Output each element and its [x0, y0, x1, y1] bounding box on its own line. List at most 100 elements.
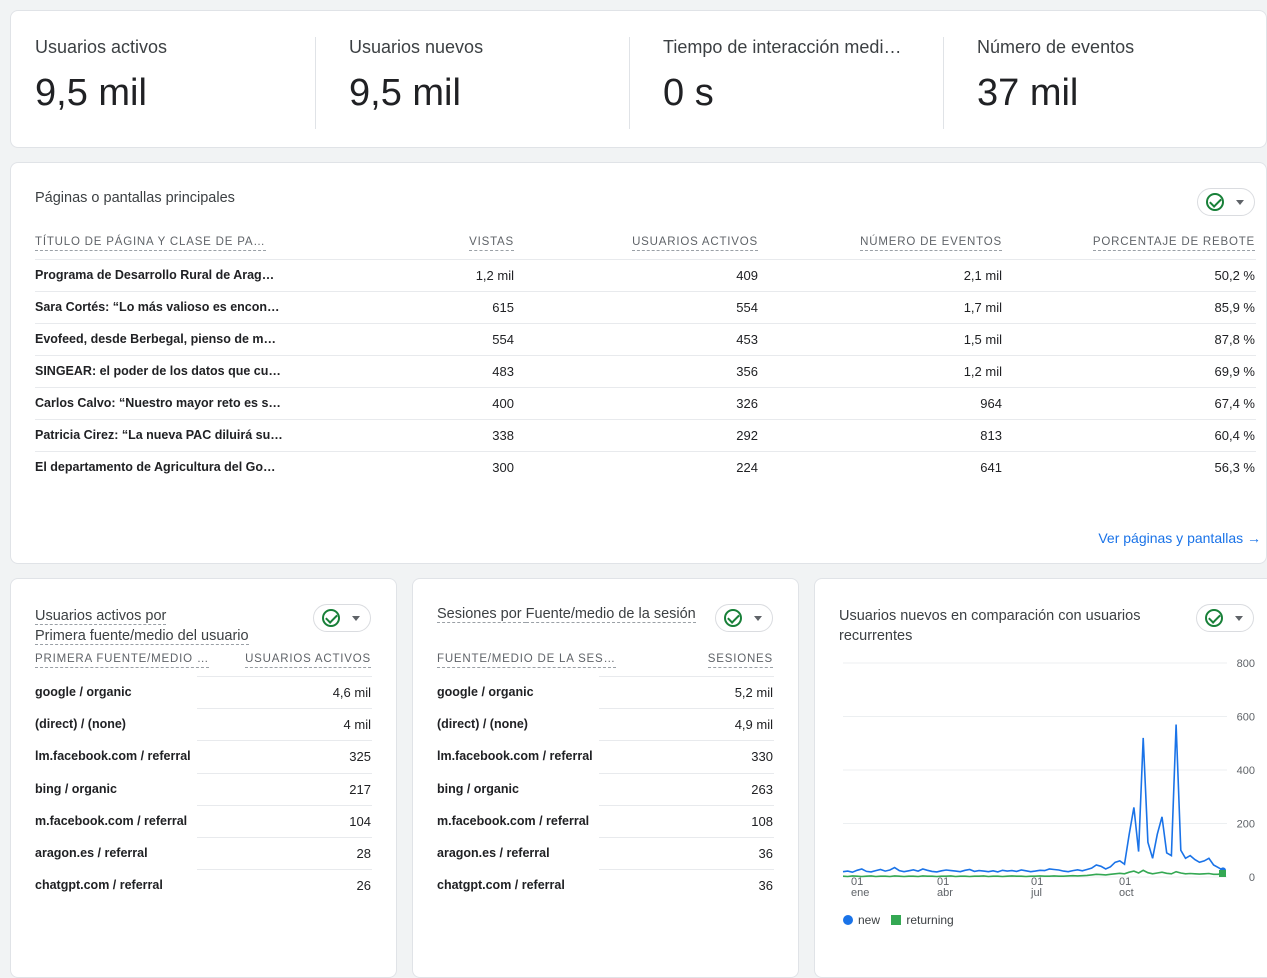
legend-returning-swatch [891, 915, 902, 925]
active-users-cell: 26 [356, 878, 371, 894]
new-vs-returning-chart[interactable]: 020040060080001ene01abr01jul01oct [815, 649, 1267, 939]
event-count-cell: 641 [980, 460, 1002, 475]
column-header-bounce-rate[interactable]: PORCENTAJE DE REBOTE [1092, 236, 1255, 251]
session-source-cell[interactable]: google / organic [437, 685, 534, 699]
active-users-cell: 356 [736, 364, 758, 379]
sessions-cell: 330 [751, 749, 773, 765]
caret-down-icon [352, 616, 360, 621]
event-count-cell: 813 [980, 428, 1002, 443]
row-divider [599, 804, 774, 806]
series-line-new[interactable] [842, 724, 1224, 874]
session-source-card: Sesiones por Fuente/medio de la sesión F… [412, 578, 799, 978]
active-users-cell: 28 [356, 846, 371, 861]
active-users-cell: 325 [349, 749, 371, 765]
page-title-cell[interactable]: Sara Cortés: “Lo más valioso es encon… [35, 300, 280, 314]
caret-down-icon [1236, 200, 1244, 205]
sessions-cell: 36 [758, 846, 773, 861]
sessions-cell: 36 [758, 878, 773, 894]
kpi-value: 37 mil [977, 72, 1079, 114]
row-divider [599, 869, 774, 871]
column-header-sessions[interactable]: SESIONES [707, 653, 773, 668]
y-tick-label: 200 [1237, 819, 1255, 831]
x-tick-label: ene [851, 887, 869, 899]
check-circle-icon [322, 609, 340, 627]
row-divider [197, 740, 372, 742]
page-title-cell[interactable]: SINGEAR: el poder de los datos que cu… [35, 364, 281, 378]
compare-toggle-button[interactable] [313, 604, 371, 632]
y-tick-label: 0 [1249, 872, 1255, 884]
source-cell[interactable]: lm.facebook.com / referral [35, 749, 191, 763]
row-divider [197, 869, 372, 871]
row-divider [35, 419, 1256, 420]
session-source-cell[interactable]: aragon.es / referral [437, 846, 550, 860]
bounce-rate-cell: 60,4 % [1214, 428, 1255, 443]
page-title-cell[interactable]: Programa de Desarrollo Rural de Arag… [35, 268, 274, 282]
bounce-rate-cell: 87,8 % [1214, 332, 1255, 347]
card-title-prefix: Sesiones por [437, 606, 526, 623]
views-cell: 554 [492, 332, 514, 347]
source-cell[interactable]: (direct) / (none) [35, 717, 126, 731]
check-circle-icon [724, 609, 742, 627]
kpi-active-users[interactable]: Usuarios activos 9,5 mil [35, 37, 167, 115]
session-source-cell[interactable]: m.facebook.com / referral [437, 814, 589, 828]
row-divider [197, 772, 372, 774]
link-label: Ver páginas y pantallas [1098, 530, 1244, 546]
views-cell: 338 [492, 428, 514, 443]
column-header-event-count[interactable]: NÚMERO DE EVENTOS [860, 236, 1002, 251]
check-circle-icon [1206, 193, 1224, 211]
column-header-source[interactable]: PRIMERA FUENTE/MEDIO … [35, 653, 210, 668]
source-cell[interactable]: bing / organic [35, 782, 117, 796]
compare-toggle-button[interactable] [715, 604, 773, 632]
active-users-cell: 104 [349, 813, 371, 829]
active-users-cell: 326 [736, 396, 758, 411]
session-source-cell[interactable]: bing / organic [437, 782, 519, 796]
legend-new-swatch [843, 915, 853, 925]
source-cell[interactable]: m.facebook.com / referral [35, 814, 187, 828]
kpi-engagement-time[interactable]: Tiempo de interacción medi… 0 s [663, 37, 901, 115]
column-header-views[interactable]: VISTAS [469, 236, 514, 251]
view-pages-link[interactable]: Ver páginas y pantallas → [1098, 530, 1261, 546]
kpi-event-count[interactable]: Número de eventos 37 mil [977, 37, 1134, 115]
column-header-active-users[interactable]: USUARIOS ACTIVOS [632, 236, 758, 251]
views-cell: 300 [492, 460, 514, 475]
kpi-value: 9,5 mil [349, 72, 461, 114]
row-divider [599, 837, 774, 838]
x-tick-label: abr [937, 887, 953, 899]
kpi-new-users[interactable]: Usuarios nuevos 9,5 mil [349, 37, 483, 115]
column-header-session-source[interactable]: FUENTE/MEDIO DE LA SES… [437, 653, 616, 668]
compare-toggle-button[interactable] [1197, 188, 1255, 216]
card-title-line1: Usuarios nuevos en comparación con usuar… [839, 608, 1141, 624]
series-end-marker-returning [1219, 869, 1226, 877]
page-title-cell[interactable]: Evofeed, desde Berbegal, pienso de m… [35, 332, 276, 346]
session-source-cell[interactable]: (direct) / (none) [437, 717, 528, 731]
row-divider [35, 259, 1256, 260]
bounce-rate-cell: 69,9 % [1214, 364, 1255, 379]
session-source-cell[interactable]: lm.facebook.com / referral [437, 749, 593, 763]
legend-new-label: new [858, 913, 881, 927]
column-header-page-title[interactable]: TÍTULO DE PÁGINA Y CLASE DE PA… [35, 236, 266, 251]
row-divider [35, 451, 1256, 452]
session-source-cell[interactable]: chatgpt.com / referral [437, 878, 565, 892]
row-divider [197, 708, 372, 710]
active-users-cell: 453 [736, 332, 758, 347]
source-cell[interactable]: aragon.es / referral [35, 846, 148, 860]
x-tick-label: oct [1119, 887, 1134, 899]
caret-down-icon [1235, 616, 1243, 621]
row-divider [197, 837, 372, 838]
compare-toggle-button[interactable] [1196, 604, 1254, 632]
kpi-card: Usuarios activos 9,5 mil Usuarios nuevos… [10, 10, 1267, 148]
source-cell[interactable]: chatgpt.com / referral [35, 878, 163, 892]
kpi-divider [629, 37, 630, 129]
sessions-cell: 108 [751, 813, 773, 829]
card-title-dimension[interactable]: Primera fuente/medio del usuario [35, 628, 249, 645]
source-cell[interactable]: google / organic [35, 685, 132, 699]
y-tick-label: 400 [1237, 765, 1255, 777]
card-title-dimension[interactable]: Fuente/medio de la sesión [525, 606, 696, 623]
caret-down-icon [754, 616, 762, 621]
row-divider [197, 804, 372, 806]
page-title-cell[interactable]: Carlos Calvo: “Nuestro mayor reto es s… [35, 396, 281, 410]
event-count-cell: 1,2 mil [963, 364, 1002, 379]
page-title-cell[interactable]: Patricia Cirez: “La nueva PAC diluirá su… [35, 428, 283, 442]
column-header-active-users[interactable]: USUARIOS ACTIVOS [245, 653, 371, 668]
page-title-cell[interactable]: El departamento de Agricultura del Go… [35, 460, 276, 474]
